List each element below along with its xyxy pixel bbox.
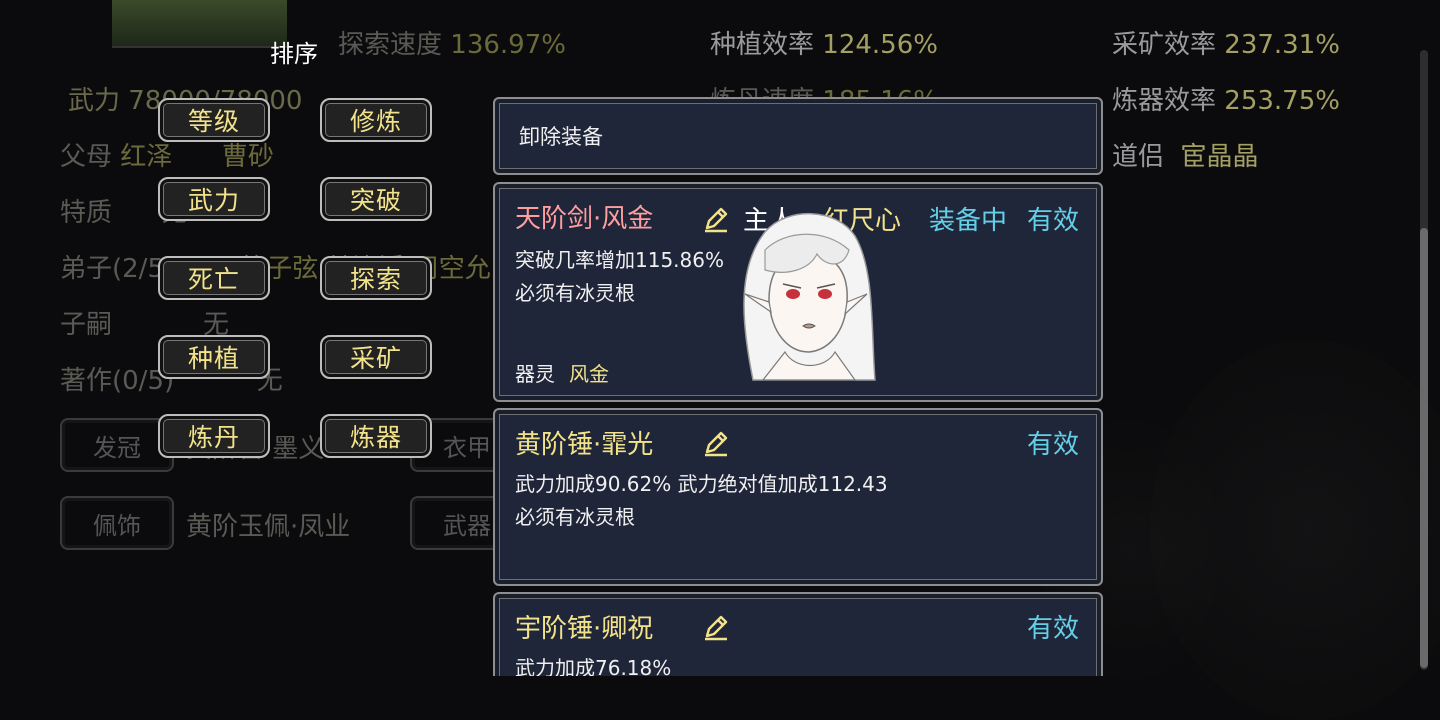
valid-status: 有效 — [1027, 206, 1080, 236]
character-portrait — [112, 0, 287, 48]
stat-forging: 炼器效率 253.75% — [1112, 86, 1340, 116]
scrollbar-thumb[interactable] — [1420, 228, 1428, 668]
sort-title: 排序 — [270, 40, 318, 68]
sort-forging-button[interactable]: 炼器 — [320, 414, 432, 458]
sort-breakthrough-button[interactable]: 突破 — [320, 177, 432, 221]
slot-headwear-button[interactable]: 发冠 — [60, 418, 174, 472]
item-name: 宇阶锤·卿祝 — [515, 614, 654, 644]
partner-row: 道侣 宦晶晶 — [1112, 142, 1259, 172]
spirit-name: 风金 — [569, 362, 609, 386]
sort-level-button[interactable]: 等级 — [158, 98, 270, 142]
stat-mining: 采矿效率 237.31% — [1112, 30, 1340, 60]
sort-alchemy-button[interactable]: 炼丹 — [158, 414, 270, 458]
spirit-label: 器灵 — [515, 362, 555, 386]
sort-mining-button[interactable]: 采矿 — [320, 335, 432, 379]
item-name: 天阶剑·风金 — [515, 204, 654, 234]
valid-status: 有效 — [1027, 430, 1080, 460]
sort-cultivation-button[interactable]: 修炼 — [320, 98, 432, 142]
item-requirement: 必须有冰灵根 — [515, 505, 635, 529]
unequip-button[interactable]: 卸除装备 — [493, 97, 1103, 175]
slot-accessory-button[interactable]: 佩饰 — [60, 496, 174, 550]
equipment-card[interactable]: 黄阶锤·霏光 有效 武力加成90.62% 武力绝对值加成112.43 必须有冰灵… — [493, 408, 1103, 586]
sort-death-button[interactable]: 死亡 — [158, 256, 270, 300]
valid-status: 有效 — [1027, 614, 1080, 644]
slot-accessory-item: 黄阶玉佩·凤业 — [186, 512, 351, 542]
stat-planting: 种植效率 124.56% — [710, 30, 938, 60]
owner-avatar — [743, 212, 876, 381]
item-effect: 武力加成90.62% 武力绝对值加成112.43 — [515, 472, 888, 496]
item-name: 黄阶锤·霏光 — [515, 430, 654, 460]
sort-force-button[interactable]: 武力 — [158, 177, 270, 221]
edit-icon[interactable] — [701, 612, 731, 642]
sort-explore-button[interactable]: 探索 — [320, 256, 432, 300]
equipped-status: 装备中 — [929, 206, 1008, 236]
panel-clip — [480, 676, 1120, 720]
stat-explore-speed: 探索速度 136.97% — [338, 30, 566, 60]
item-requirement: 必须有冰灵根 — [515, 281, 635, 305]
item-effect: 突破几率增加115.86% — [515, 248, 724, 272]
edit-icon[interactable] — [701, 428, 731, 458]
unequip-label: 卸除装备 — [519, 125, 603, 149]
sort-planting-button[interactable]: 种植 — [158, 335, 270, 379]
